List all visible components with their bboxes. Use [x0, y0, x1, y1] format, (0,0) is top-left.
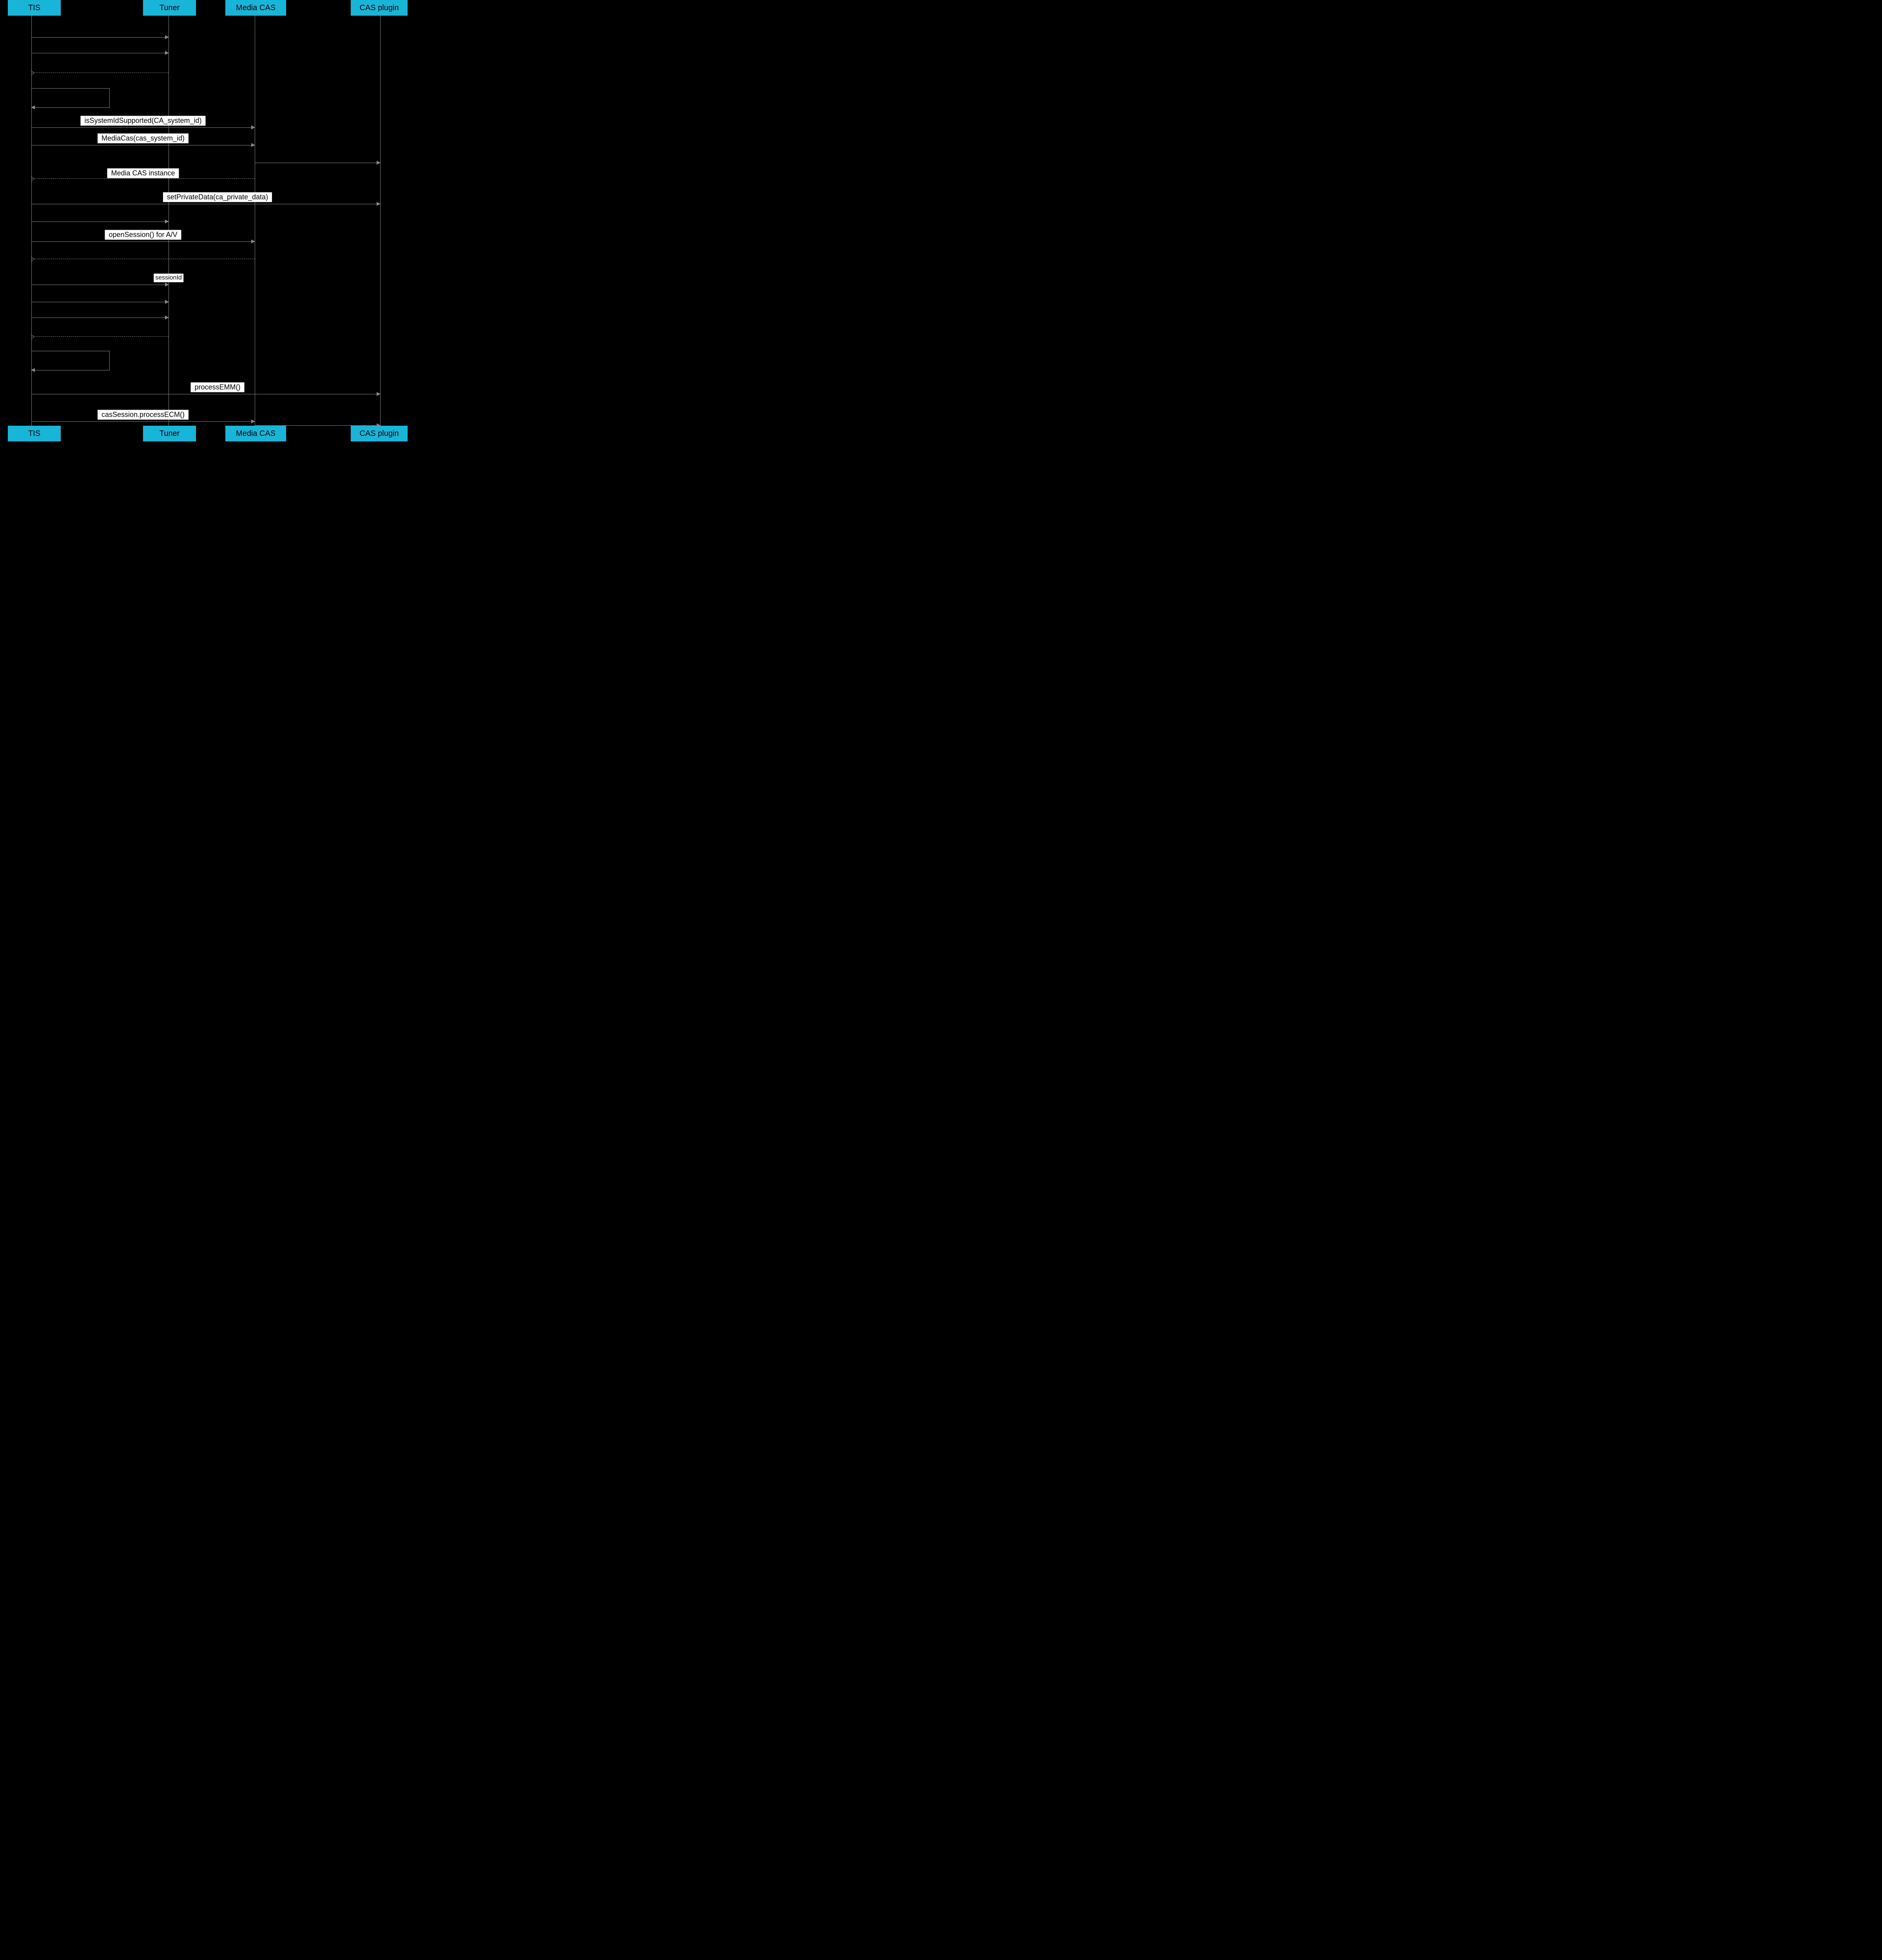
msg-issystemidsupported	[31, 127, 255, 128]
participant-casplugin-top: CAS plugin	[351, 0, 408, 16]
participant-casplugin-bottom: CAS plugin	[351, 426, 408, 441]
msg-tuner-tis-return-2	[31, 336, 169, 337]
msg-tis-self-2	[31, 351, 110, 370]
participant-tuner-top: Tuner	[143, 0, 196, 16]
msg-opensession	[31, 241, 255, 242]
participant-mediacas-top: Media CAS	[225, 0, 286, 16]
msg-mediacas-plugin-2	[255, 425, 380, 426]
msg-processecm	[31, 421, 255, 422]
label-sessionid: sessionId	[154, 274, 183, 282]
msg-mediacas-instance-return	[31, 178, 255, 179]
msg-tis-self-1	[31, 88, 110, 108]
participant-tuner-bottom: Tuner	[143, 426, 196, 441]
label-processecm: casSession.processECM()	[98, 410, 189, 420]
participant-tis-top: TIS	[8, 0, 61, 16]
sequence-diagram: TIS Tuner Media CAS CAS plugin TIS Tuner…	[0, 0, 408, 441]
label-mediacas-ctor: MediaCas(cas_system_id)	[98, 134, 189, 143]
lifeline-casplugin	[380, 16, 381, 426]
label-opensession: openSession() for A/V	[105, 230, 181, 240]
participant-mediacas-bottom: Media CAS	[225, 426, 286, 441]
participant-tis-bottom: TIS	[8, 426, 61, 441]
label-setprivatedata: setPrivateData(ca_private_data)	[163, 192, 272, 202]
label-mediacas-instance: Media CAS instance	[107, 169, 179, 178]
label-processemm: processEMM()	[190, 383, 244, 392]
msg-tis-tuner-1	[31, 37, 169, 38]
label-issystemidsupported: isSystemIdSupported(CA_system_id)	[80, 116, 205, 126]
msg-tis-tuner-3	[31, 221, 169, 222]
